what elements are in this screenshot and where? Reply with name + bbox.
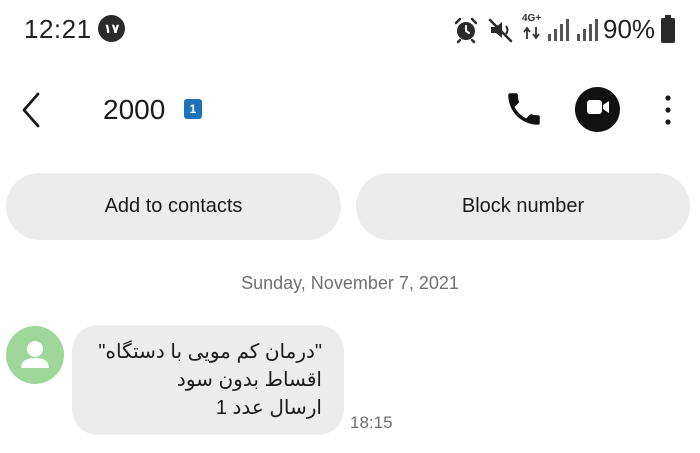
video-call-button[interactable]: [575, 87, 620, 132]
call-button[interactable]: [503, 88, 545, 130]
back-button[interactable]: [12, 86, 52, 134]
notification-count-badge: ۱۷: [98, 15, 125, 42]
message-line: ارسال عدد 1: [215, 397, 322, 419]
person-icon: [6, 341, 64, 384]
status-time: 12:21: [24, 14, 92, 44]
sim-badge: 1: [184, 99, 202, 119]
signal-icon: [575, 16, 601, 49]
message-line: اقساط بدون سود: [176, 369, 322, 391]
contact-number: 2000: [103, 94, 166, 125]
video-call-icon: [586, 98, 610, 121]
block-number-button[interactable]: Block number: [356, 173, 690, 240]
alarm-icon: [452, 16, 480, 49]
message-line: "درمان کم مویی با دستگاه": [98, 341, 322, 363]
battery-percent: 90%: [603, 14, 656, 44]
signal-icon: [546, 16, 572, 49]
phone-icon: [503, 93, 545, 134]
back-arrow-icon: [12, 92, 52, 138]
mute-icon: [487, 16, 515, 49]
messages-screen: 12:21 ۱۷ 4G+ 90% 2000 1 Add to contacts …: [0, 0, 700, 453]
message-timestamp: 18:15: [350, 413, 393, 432]
avatar[interactable]: [6, 326, 64, 384]
more-options-button[interactable]: [656, 90, 680, 130]
message-bubble[interactable]: "درمان کم مویی با دستگاه" اقساط بدون سود…: [72, 325, 344, 435]
network-type-label: 4G+: [522, 13, 542, 24]
date-divider: Sunday, November 7, 2021: [241, 273, 459, 293]
data-arrows-icon: [522, 26, 542, 45]
battery-icon: [660, 14, 676, 49]
status-bar: 12:21 ۱۷ 4G+ 90%: [0, 0, 700, 60]
message-text: "درمان کم مویی با دستگاه" اقساط بدون سود…: [82, 338, 322, 422]
add-to-contacts-button[interactable]: Add to contacts: [6, 173, 341, 240]
more-vertical-icon: [656, 95, 680, 134]
